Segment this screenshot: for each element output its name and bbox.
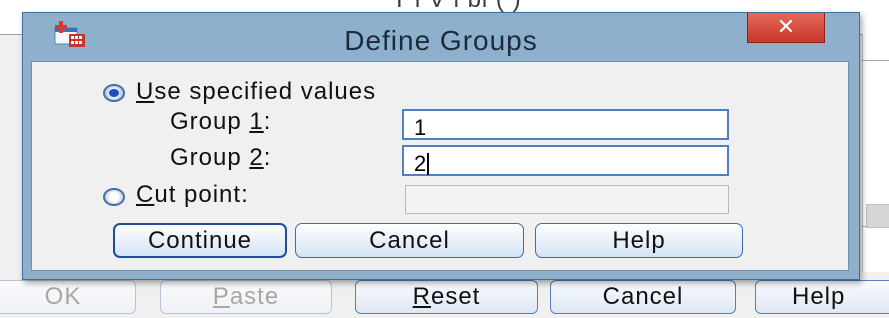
ok-button[interactable]: OK [0,280,136,314]
dialog-titlebar[interactable]: Define Groups ✕ [23,13,859,61]
group-1-suffix: : [263,108,272,135]
reset-button[interactable]: Reset [355,280,538,314]
cancel-button[interactable]: Cancel [295,223,524,258]
reset-button-label: eset [430,283,481,310]
parent-help-button[interactable]: Help [755,280,889,314]
group-2-prefix: Group [170,144,250,171]
group-1-input[interactable]: 1 [402,109,729,140]
paste-button[interactable]: Paste [160,280,332,314]
paste-button-label: aste [229,283,280,310]
group-2-mnemonic: 2 [249,144,264,171]
parent-cancel-label: Cancel [602,283,684,310]
cut-point-radio[interactable] [103,188,125,206]
dialog-title: Define Groups [344,25,538,56]
parent-help-label: Help [792,283,846,310]
use-specified-text: se specified values [154,78,377,105]
parent-scroll-thumb[interactable] [866,204,889,228]
use-specified-values-radio[interactable] [103,84,125,102]
close-icon: ✕ [776,14,796,39]
group-2-label: Group 2: [170,144,271,172]
continue-button-label: Continue [147,227,253,254]
group-2-value: 2 [414,151,427,176]
group-1-value: 1 [414,115,427,140]
use-specified-mnemonic: U [136,78,155,105]
ok-button-label: OK [44,283,82,310]
parent-right-panel [862,34,889,272]
group-1-prefix: Group [170,108,250,135]
text-caret [427,153,430,175]
help-button[interactable]: Help [535,223,743,258]
use-specified-values-label[interactable]: Use specified values [136,78,376,106]
cut-point-input[interactable] [405,185,729,214]
cut-point-label[interactable]: Cut point: [136,181,249,209]
parent-button-row: OK Paste Reset Cancel Help [0,276,889,318]
group-2-suffix: : [263,144,272,171]
dialog-content: Use specified values Group 1: 1 Group 2:… [31,61,849,271]
cancel-button-label: Cancel [369,227,450,254]
define-groups-dialog: Define Groups ✕ Use specified values Gro… [22,12,860,280]
parent-cancel-button[interactable]: Cancel [550,280,736,314]
group-2-input[interactable]: 2 [402,145,729,176]
close-button[interactable]: ✕ [747,13,825,43]
help-button-label: Help [612,227,666,254]
reset-mnemonic: R [412,283,431,310]
cut-point-text: ut point: [154,181,249,208]
parent-right-divider [862,60,889,61]
group-1-mnemonic: 1 [249,108,264,135]
group-1-label: Group 1: [170,108,271,136]
continue-button[interactable]: Continue [113,223,287,258]
paste-mnemonic: P [212,283,230,310]
cut-point-mnemonic: C [136,181,155,208]
radio-selected-dot [109,89,119,97]
